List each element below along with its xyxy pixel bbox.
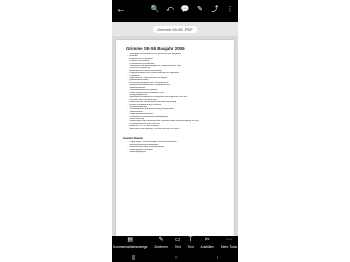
undo-icon[interactable]: ⤺ (165, 6, 175, 13)
fill-tool[interactable]: ✂ Ausfüllen (201, 236, 215, 254)
back-arrow-icon[interactable]: ← (116, 5, 126, 17)
tool-label: Kommentarlisteanzeige (113, 245, 148, 249)
comment-icon[interactable]: 💬 (180, 6, 190, 13)
list-item: Maschinen und Rodung 700 mm und max 400 … (127, 128, 227, 130)
fill-sign-icon: ✂ (204, 237, 210, 243)
textbox-icon: ▭ (174, 237, 181, 243)
file-name[interactable]: Grimme 65-55 .PDF (153, 25, 197, 33)
tool-label: Mehr Tools (220, 245, 237, 249)
recent-apps-icon[interactable]: ||| (132, 254, 136, 262)
text-icon: T (188, 237, 193, 243)
share-icon[interactable]: ⤴ (210, 6, 220, 13)
top-bar: ← 🔍 ⤺ 💬 ✎ ⤴ ⋮ (112, 0, 238, 22)
pen-icon: ✎ (158, 237, 164, 243)
comment-list-tool[interactable]: ▤ Kommentarlisteanzeige (113, 236, 147, 254)
pdf-page[interactable]: Grimme SE-55 Baujahr 2009 Schlepper und … (116, 40, 234, 236)
system-nav-bar: ||| ○ ‹ (112, 254, 238, 262)
document-title: Grimme SE-55 Baujahr 2009 (126, 46, 185, 51)
textbox-tool[interactable]: ▭ Text (175, 236, 181, 254)
edit-icon[interactable]: ✎ (195, 6, 205, 13)
home-icon[interactable]: ○ (175, 254, 178, 262)
document-sublist: Lagerungen / Kesselanlagen und Betriebsk… (123, 141, 227, 153)
tool-label: Text (187, 245, 194, 249)
tool-label: Text (174, 245, 181, 249)
document-subheading: Gepackte Bauteile (123, 138, 143, 140)
more-tools[interactable]: ⋯ Mehr Tools (221, 236, 237, 254)
more-tools-icon: ⋯ (225, 237, 232, 243)
phone-screen: ← 🔍 ⤺ 💬 ✎ ⤴ ⋮ Grimme 65-55 .PDF Grimme S… (112, 0, 238, 262)
file-name-bar: Grimme 65-55 .PDF (112, 22, 238, 36)
more-options-icon[interactable]: ⋮ (225, 6, 235, 13)
top-bar-actions: 🔍 ⤺ 💬 ✎ ⤴ ⋮ (150, 6, 235, 13)
tool-label: Zeichnen (154, 245, 168, 249)
list-item: Bodenprüfgeräte (127, 151, 227, 153)
search-icon[interactable]: 🔍 (150, 6, 160, 13)
text-tool[interactable]: T Text (188, 236, 194, 254)
tool-label: Ausfüllen (200, 245, 215, 249)
comment-list-icon: ▤ (127, 237, 134, 243)
document-list: Schlepper und Einweiser für Nachweis von… (123, 53, 227, 130)
bottom-toolbar: ▤ Kommentarlisteanzeige ✎ Zeichnen ▭ Tex… (112, 236, 238, 254)
draw-tool[interactable]: ✎ Zeichnen (154, 236, 168, 254)
back-nav-icon[interactable]: ‹ (217, 254, 219, 262)
